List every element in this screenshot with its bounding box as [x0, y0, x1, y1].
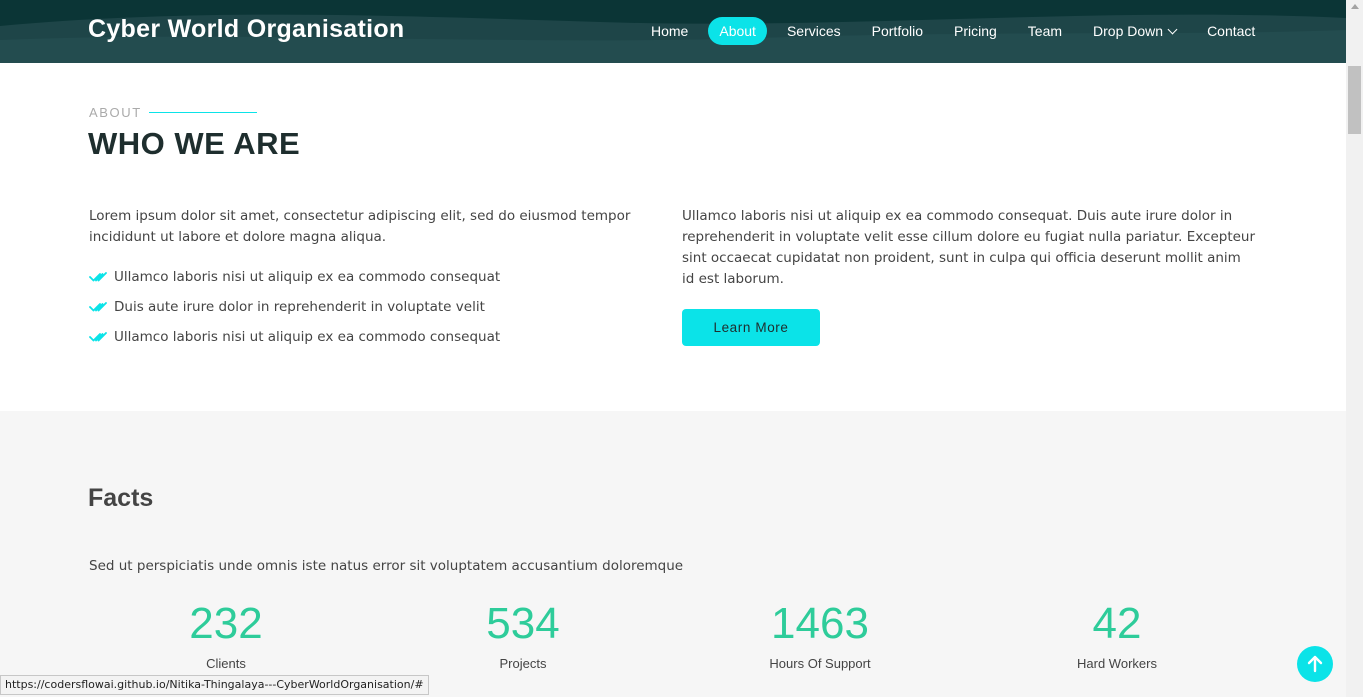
- nav-portfolio[interactable]: Portfolio: [861, 17, 934, 45]
- page-scrollbar[interactable]: [1346, 0, 1363, 697]
- nav-home[interactable]: Home: [640, 17, 699, 45]
- section-label: ABOUT: [89, 105, 142, 120]
- counter-value: 232: [189, 599, 263, 648]
- counter-clients: 232 Clients: [126, 598, 326, 671]
- section-title: WHO WE ARE: [88, 126, 301, 161]
- nav-drop-down[interactable]: Drop Down: [1082, 17, 1187, 45]
- about-intro-text: Lorem ipsum dolor sit amet, consectetur …: [89, 208, 631, 245]
- about-checklist: Ullamco laboris nisi ut aliquip ex ea co…: [89, 262, 500, 352]
- double-check-icon: [89, 332, 107, 342]
- counter-value: 534: [486, 599, 560, 648]
- scroll-thumb[interactable]: [1348, 66, 1361, 134]
- chevron-down-icon: [1167, 24, 1178, 35]
- checklist-text: Duis aute irure dolor in reprehenderit i…: [114, 299, 485, 315]
- facts-subtitle: Sed ut perspiciatis unde omnis iste natu…: [89, 558, 684, 574]
- nav-drop-down-label: Drop Down: [1093, 23, 1164, 39]
- list-item: Ullamco laboris nisi ut aliquip ex ea co…: [89, 262, 500, 292]
- facts-title: Facts: [88, 484, 154, 512]
- counter-value: 1463: [771, 599, 869, 648]
- nav-team[interactable]: Team: [1017, 17, 1073, 45]
- counter-hard-workers: 42 Hard Workers: [1017, 598, 1217, 671]
- nav-about[interactable]: About: [708, 17, 767, 45]
- browser-status-url: https://codersflowai.github.io/Nitika-Th…: [0, 675, 429, 695]
- list-item: Ullamco laboris nisi ut aliquip ex ea co…: [89, 322, 500, 352]
- counter-label: Projects: [499, 656, 547, 671]
- checklist-text: Ullamco laboris nisi ut aliquip ex ea co…: [114, 269, 501, 285]
- counter-hours-of-support: 1463 Hours Of Support: [720, 598, 920, 671]
- facts-section: Facts Sed ut perspiciatis unde omnis ist…: [0, 411, 1346, 697]
- site-logo[interactable]: Cyber World Organisation: [88, 15, 405, 44]
- counter-label: Hard Workers: [1077, 656, 1157, 671]
- nav-services[interactable]: Services: [776, 17, 852, 45]
- double-check-icon: [89, 272, 107, 282]
- scroll-up-arrow-icon[interactable]: [1351, 4, 1359, 9]
- counter-label: Clients: [206, 656, 246, 671]
- main-nav: Home About Services Portfolio Pricing Te…: [640, 17, 1275, 45]
- counter-projects: 534 Projects: [423, 598, 623, 671]
- back-to-top-button[interactable]: [1297, 646, 1333, 682]
- section-label-underline: [149, 112, 257, 113]
- learn-more-button[interactable]: Learn More: [682, 309, 820, 346]
- list-item: Duis aute irure dolor in reprehenderit i…: [89, 292, 500, 322]
- site-header: Cyber World Organisation Home About Serv…: [0, 0, 1346, 63]
- nav-pricing[interactable]: Pricing: [943, 17, 1008, 45]
- nav-contact[interactable]: Contact: [1196, 17, 1266, 45]
- counter-value: 42: [1092, 599, 1142, 648]
- counter-label: Hours Of Support: [769, 656, 871, 671]
- arrow-up-icon: [1307, 655, 1323, 673]
- about-right-text: Ullamco laboris nisi ut aliquip ex ea co…: [682, 208, 1256, 287]
- double-check-icon: [89, 302, 107, 312]
- checklist-text: Ullamco laboris nisi ut aliquip ex ea co…: [114, 329, 501, 345]
